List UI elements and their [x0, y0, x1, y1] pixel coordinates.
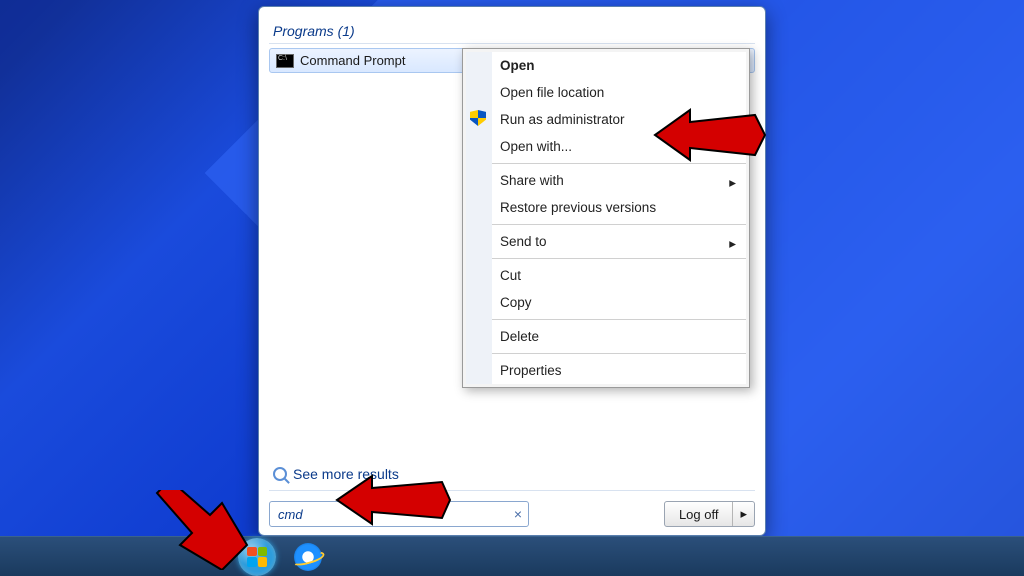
log-off-options-button[interactable]: ▸: [732, 502, 754, 526]
menu-open-file-location[interactable]: Open file location: [492, 79, 746, 106]
menu-separator: [492, 224, 746, 225]
menu-copy[interactable]: Copy: [492, 289, 746, 316]
menu-cut[interactable]: Cut: [492, 262, 746, 289]
menu-send-to-label: Send to: [500, 234, 547, 249]
search-input[interactable]: cmd ×: [269, 501, 529, 527]
search-icon: [273, 467, 287, 481]
shield-icon: [470, 110, 486, 126]
menu-run-as-administrator[interactable]: Run as administrator: [492, 106, 746, 133]
see-more-results[interactable]: See more results: [269, 458, 755, 490]
menu-separator: [492, 353, 746, 354]
menu-restore-previous[interactable]: Restore previous versions: [492, 194, 746, 221]
result-label: Command Prompt: [300, 53, 405, 68]
menu-properties[interactable]: Properties: [492, 357, 746, 384]
menu-open-with[interactable]: Open with...: [492, 133, 746, 160]
chevron-right-icon: ▸: [740, 506, 747, 522]
menu-separator: [492, 258, 746, 259]
clear-search-icon[interactable]: ×: [514, 506, 522, 522]
chevron-right-icon: ▸: [729, 175, 736, 191]
start-button[interactable]: [238, 538, 276, 576]
menu-open[interactable]: Open: [492, 52, 746, 79]
menu-run-admin-label: Run as administrator: [500, 112, 625, 127]
menu-send-to[interactable]: Send to ▸: [492, 228, 746, 255]
menu-share-with[interactable]: Share with ▸: [492, 167, 746, 194]
context-menu: Open Open file location Run as administr…: [462, 48, 750, 388]
log-off-label: Log off: [665, 507, 733, 522]
see-more-label: See more results: [293, 466, 399, 482]
cmd-icon: [276, 54, 294, 68]
chevron-right-icon: ▸: [729, 236, 736, 252]
taskbar: [0, 536, 1024, 576]
log-off-button[interactable]: Log off ▸: [664, 501, 755, 527]
search-value: cmd: [278, 507, 303, 522]
internet-explorer-button[interactable]: [294, 543, 322, 571]
menu-separator: [492, 319, 746, 320]
programs-header: Programs (1): [269, 17, 755, 44]
menu-delete[interactable]: Delete: [492, 323, 746, 350]
menu-share-label: Share with: [500, 173, 564, 188]
menu-separator: [492, 163, 746, 164]
